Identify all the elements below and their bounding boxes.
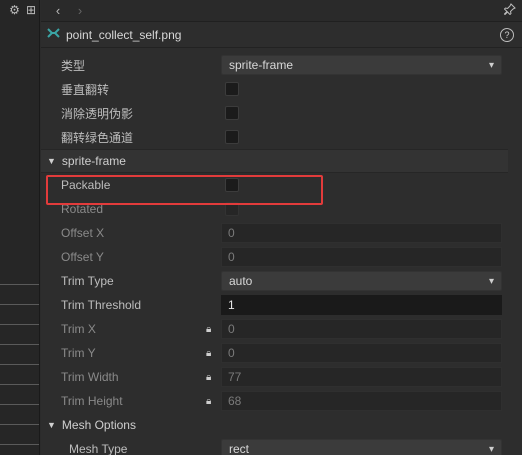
offset-x-input: 0 <box>221 223 502 243</box>
left-panel-toolbar: ⚙ ⊞ <box>0 0 40 20</box>
tree-divider <box>0 444 39 445</box>
offset-y-input: 0 <box>221 247 502 267</box>
inspector-panel: ‹ › point_collect_self.png ? 类型 sprite-f… <box>41 0 522 455</box>
lock-icon: 🔒︎ <box>206 323 212 335</box>
inspector-toolbar: ‹ › <box>41 0 522 22</box>
prop-row-mesh-type: Mesh Type rect ▾ <box>41 437 522 455</box>
prop-row-fix-alpha: 消除透明伪影 <box>41 101 522 125</box>
packable-checkbox[interactable] <box>225 178 239 192</box>
prop-label: Trim Y <box>61 346 96 360</box>
tree-divider <box>0 284 39 285</box>
lock-icon: 🔒︎ <box>206 347 212 359</box>
flip-vertical-checkbox[interactable] <box>225 82 239 96</box>
left-panel: ⚙ ⊞ <box>0 0 40 455</box>
trim-threshold-input[interactable]: 1 <box>221 295 502 315</box>
prop-row-offset-y: Offset Y 0 <box>41 245 522 269</box>
trim-y-input: 0 <box>221 343 502 363</box>
image-asset-icon <box>47 27 60 42</box>
prop-row-packable: Packable <box>41 173 522 197</box>
caret-down-icon: ▼ <box>47 156 56 166</box>
section-title: Mesh Options <box>61 418 136 432</box>
prop-row-flip-green: 翻转绿色通道 <box>41 125 522 149</box>
lock-icon: 🔒︎ <box>206 395 212 407</box>
prop-label: Trim Height <box>61 394 123 408</box>
rotated-checkbox <box>225 202 239 216</box>
mesh-options-section-header[interactable]: ▼ Mesh Options <box>41 413 508 437</box>
prop-label: Rotated <box>61 202 104 216</box>
prop-row-trim-threshold: Trim Threshold 1 <box>41 293 522 317</box>
prop-row-trim-y: Trim Y 🔒︎ 0 <box>41 341 522 365</box>
fix-alpha-checkbox[interactable] <box>225 106 239 120</box>
tree-divider <box>0 404 39 405</box>
prop-row-trim-x: Trim X 🔒︎ 0 <box>41 317 522 341</box>
caret-down-icon: ▼ <box>47 420 56 430</box>
tree-divider <box>0 384 39 385</box>
prop-label: Trim X <box>61 322 96 336</box>
tree-divider <box>0 324 39 325</box>
forward-icon[interactable]: › <box>69 3 91 18</box>
chevron-down-icon: ▾ <box>488 59 494 71</box>
back-icon[interactable]: ‹ <box>47 3 69 18</box>
prop-row-type: 类型 sprite-frame ▾ <box>41 53 522 77</box>
prop-row-trim-height: Trim Height 🔒︎ 68 <box>41 389 522 413</box>
trim-type-select[interactable]: auto ▾ <box>221 271 502 291</box>
prop-row-trim-type: Trim Type auto ▾ <box>41 269 522 293</box>
select-value: rect <box>229 442 250 455</box>
prop-label: Offset X <box>61 226 105 240</box>
tree-divider <box>0 364 39 365</box>
flip-green-checkbox[interactable] <box>225 130 239 144</box>
trim-width-input: 77 <box>221 367 502 387</box>
section-title: sprite-frame <box>61 154 126 168</box>
tree-divider <box>0 304 39 305</box>
asset-header: point_collect_self.png ? <box>41 22 522 48</box>
prop-label: 翻转绿色通道 <box>61 130 134 145</box>
prop-row-trim-width: Trim Width 🔒︎ 77 <box>41 365 522 389</box>
prop-row-offset-x: Offset X 0 <box>41 221 522 245</box>
gear-icon[interactable]: ⚙ <box>9 3 20 17</box>
prop-label: Offset Y <box>61 250 104 264</box>
sprite-frame-section-header[interactable]: ▼ sprite-frame <box>41 149 508 173</box>
tree-divider <box>0 424 39 425</box>
prop-label: Trim Type <box>61 274 114 288</box>
prop-label: Mesh Type <box>69 442 128 455</box>
prop-row-rotated: Rotated <box>41 197 522 221</box>
asset-filename: point_collect_self.png <box>66 27 182 42</box>
prop-label: 类型 <box>61 58 86 73</box>
trim-height-input: 68 <box>221 391 502 411</box>
prop-label: Trim Width <box>61 370 119 384</box>
lock-icon: 🔒︎ <box>206 371 212 383</box>
prop-row-flip-vertical: 垂直翻转 <box>41 77 522 101</box>
properties-list: 类型 sprite-frame ▾ 垂直翻转 消除透明伪影 翻转绿色通道 ▼ s… <box>41 53 522 455</box>
prop-label: 消除透明伪影 <box>61 106 134 121</box>
trim-x-input: 0 <box>221 319 502 339</box>
pin-icon[interactable] <box>503 3 516 18</box>
chevron-down-icon: ▾ <box>488 443 494 455</box>
tree-divider <box>0 344 39 345</box>
chevron-down-icon: ▾ <box>488 275 494 287</box>
prop-label: Packable <box>61 178 111 192</box>
layout-icon[interactable]: ⊞ <box>26 3 36 17</box>
select-value: sprite-frame <box>229 58 294 72</box>
prop-label: 垂直翻转 <box>61 82 110 97</box>
type-select[interactable]: sprite-frame ▾ <box>221 55 502 75</box>
help-icon[interactable]: ? <box>500 27 514 42</box>
select-value: auto <box>229 274 253 288</box>
prop-label: Trim Threshold <box>61 298 142 312</box>
mesh-type-select[interactable]: rect ▾ <box>221 439 502 455</box>
